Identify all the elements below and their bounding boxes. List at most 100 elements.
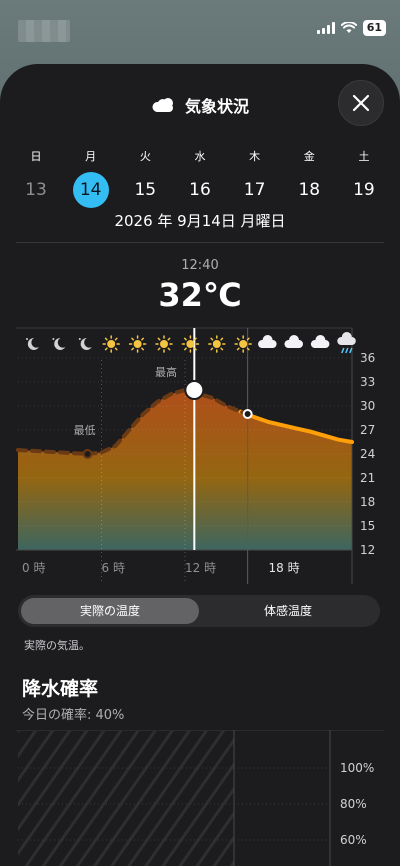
moon-icon [54, 337, 66, 350]
moon-icon [27, 337, 39, 350]
battery-indicator: 61 [362, 20, 386, 36]
forecast-start-marker [242, 409, 253, 419]
sun-icon [186, 340, 195, 348]
precip-y-tick: 60% [340, 833, 367, 847]
signal-icon [316, 22, 335, 34]
sun-icon [160, 340, 168, 348]
low-label: 最低 [74, 424, 96, 437]
sun-ray [236, 337, 240, 341]
divider [16, 242, 384, 243]
low-point-marker [82, 449, 93, 459]
sun-ray [114, 347, 118, 351]
precip-y-tick: 100% [340, 761, 374, 775]
moon-icon [80, 337, 92, 350]
temperature-chart[interactable]: 36 33 30 27 24 21 18 15 12 最低 最高 0 時 6 時 12 時 18 時 [0, 326, 400, 588]
day-13[interactable]: 13 [18, 172, 54, 208]
sun-ray [183, 347, 187, 351]
temperature-toggle: 実際の温度 体感温度 [18, 595, 380, 627]
y-tick-label: 21 [360, 471, 375, 485]
day-row: 13 14 15 16 17 18 19 [0, 172, 400, 208]
close-button[interactable] [338, 80, 384, 126]
day-18[interactable]: 18 [291, 172, 327, 208]
day-15[interactable]: 15 [127, 172, 163, 208]
sun-ray [220, 347, 224, 351]
header-title: 気象状況 [184, 97, 249, 116]
sun-ray [210, 347, 214, 351]
toggle-feels-like[interactable]: 体感温度 [199, 598, 377, 624]
precipitation-chart[interactable]: 100% 80% 60% [0, 730, 400, 866]
y-tick-label: 27 [360, 423, 375, 437]
weekday-label: 土 [358, 150, 370, 163]
status-icons: 61 [316, 20, 386, 36]
y-tick-label: 36 [360, 351, 375, 365]
sun-ray [141, 337, 145, 341]
precip-title: 降水確率 [22, 678, 99, 700]
sun-ray [114, 337, 118, 341]
rain-drop [345, 347, 349, 354]
sun-ray [246, 337, 250, 341]
past-hatch [18, 731, 234, 866]
sun-ray [236, 347, 240, 351]
y-tick-label: 12 [360, 543, 375, 557]
high-label: 最高 [155, 365, 177, 379]
sun-ray [210, 337, 214, 341]
sun-ray [131, 347, 135, 351]
close-icon [352, 94, 370, 112]
sun-ray [183, 337, 187, 341]
sun-ray [193, 347, 197, 351]
weekday-label: 金 [303, 150, 315, 163]
star-icon [52, 338, 55, 340]
rain-cloud-icon [337, 332, 356, 345]
day-17[interactable]: 17 [237, 172, 273, 208]
x-tick-label: 12 時 [185, 561, 216, 575]
sun-ray [104, 337, 108, 341]
day-16[interactable]: 16 [182, 172, 218, 208]
sun-ray [157, 347, 161, 351]
sun-icon [133, 340, 142, 348]
chart-caption: 実際の気温。 [24, 639, 90, 652]
current-time: 12:40 [181, 258, 219, 273]
x-tick-label: 0 時 [22, 561, 45, 575]
sun-ray [104, 347, 108, 351]
weekday-label: 月 [85, 150, 97, 163]
sun-icon [239, 340, 248, 348]
sun-icon [107, 340, 116, 348]
cloud-icon [284, 335, 303, 348]
rain-drop [341, 347, 345, 354]
wifi-icon [340, 22, 357, 33]
x-tick-label: 18 時 [269, 561, 300, 575]
sun-ray [157, 337, 161, 341]
sun-ray [246, 347, 250, 351]
y-tick-label: 18 [360, 495, 375, 509]
toggle-actual-temp[interactable]: 実際の温度 [21, 598, 199, 624]
cloud-icon [310, 335, 330, 348]
weekday-label: 水 [194, 150, 206, 163]
date-title: 2026 年 9月14日 月曜日 [114, 212, 286, 230]
blurred-carrier [18, 20, 70, 42]
precip-subtitle: 今日の確率: 40% [22, 708, 125, 723]
sun-ray [131, 337, 135, 341]
weekday-label: 日 [30, 150, 42, 163]
sun-ray [167, 337, 171, 341]
weekday-label: 火 [139, 150, 151, 163]
sun-ray [141, 347, 145, 351]
weather-sheet: 気象状況 日 月 火 水 木 金 土 13 14 15 16 17 18 19 2026 年 9月14日… [0, 64, 400, 866]
y-tick-label: 30 [360, 399, 375, 413]
star-icon [26, 338, 28, 340]
cloud-icon [258, 335, 277, 348]
current-temp-marker [184, 380, 205, 400]
y-tick-label: 15 [360, 519, 375, 533]
y-tick-label: 33 [360, 375, 375, 389]
status-bar: 61 [0, 0, 400, 60]
weekday-label: 木 [249, 150, 261, 163]
x-tick-label: 6 時 [102, 561, 125, 575]
temperature-area [18, 390, 352, 550]
day-14[interactable]: 14 [72, 172, 109, 208]
sun-ray [193, 337, 197, 341]
y-tick-label: 24 [360, 447, 375, 461]
star-icon [78, 338, 81, 340]
day-19[interactable]: 19 [346, 172, 382, 208]
current-temperature: 32℃ [158, 276, 242, 314]
sun-icon [212, 340, 221, 348]
week-selector: 日 月 火 水 木 金 土 13 14 15 16 17 18 19 [0, 148, 400, 208]
